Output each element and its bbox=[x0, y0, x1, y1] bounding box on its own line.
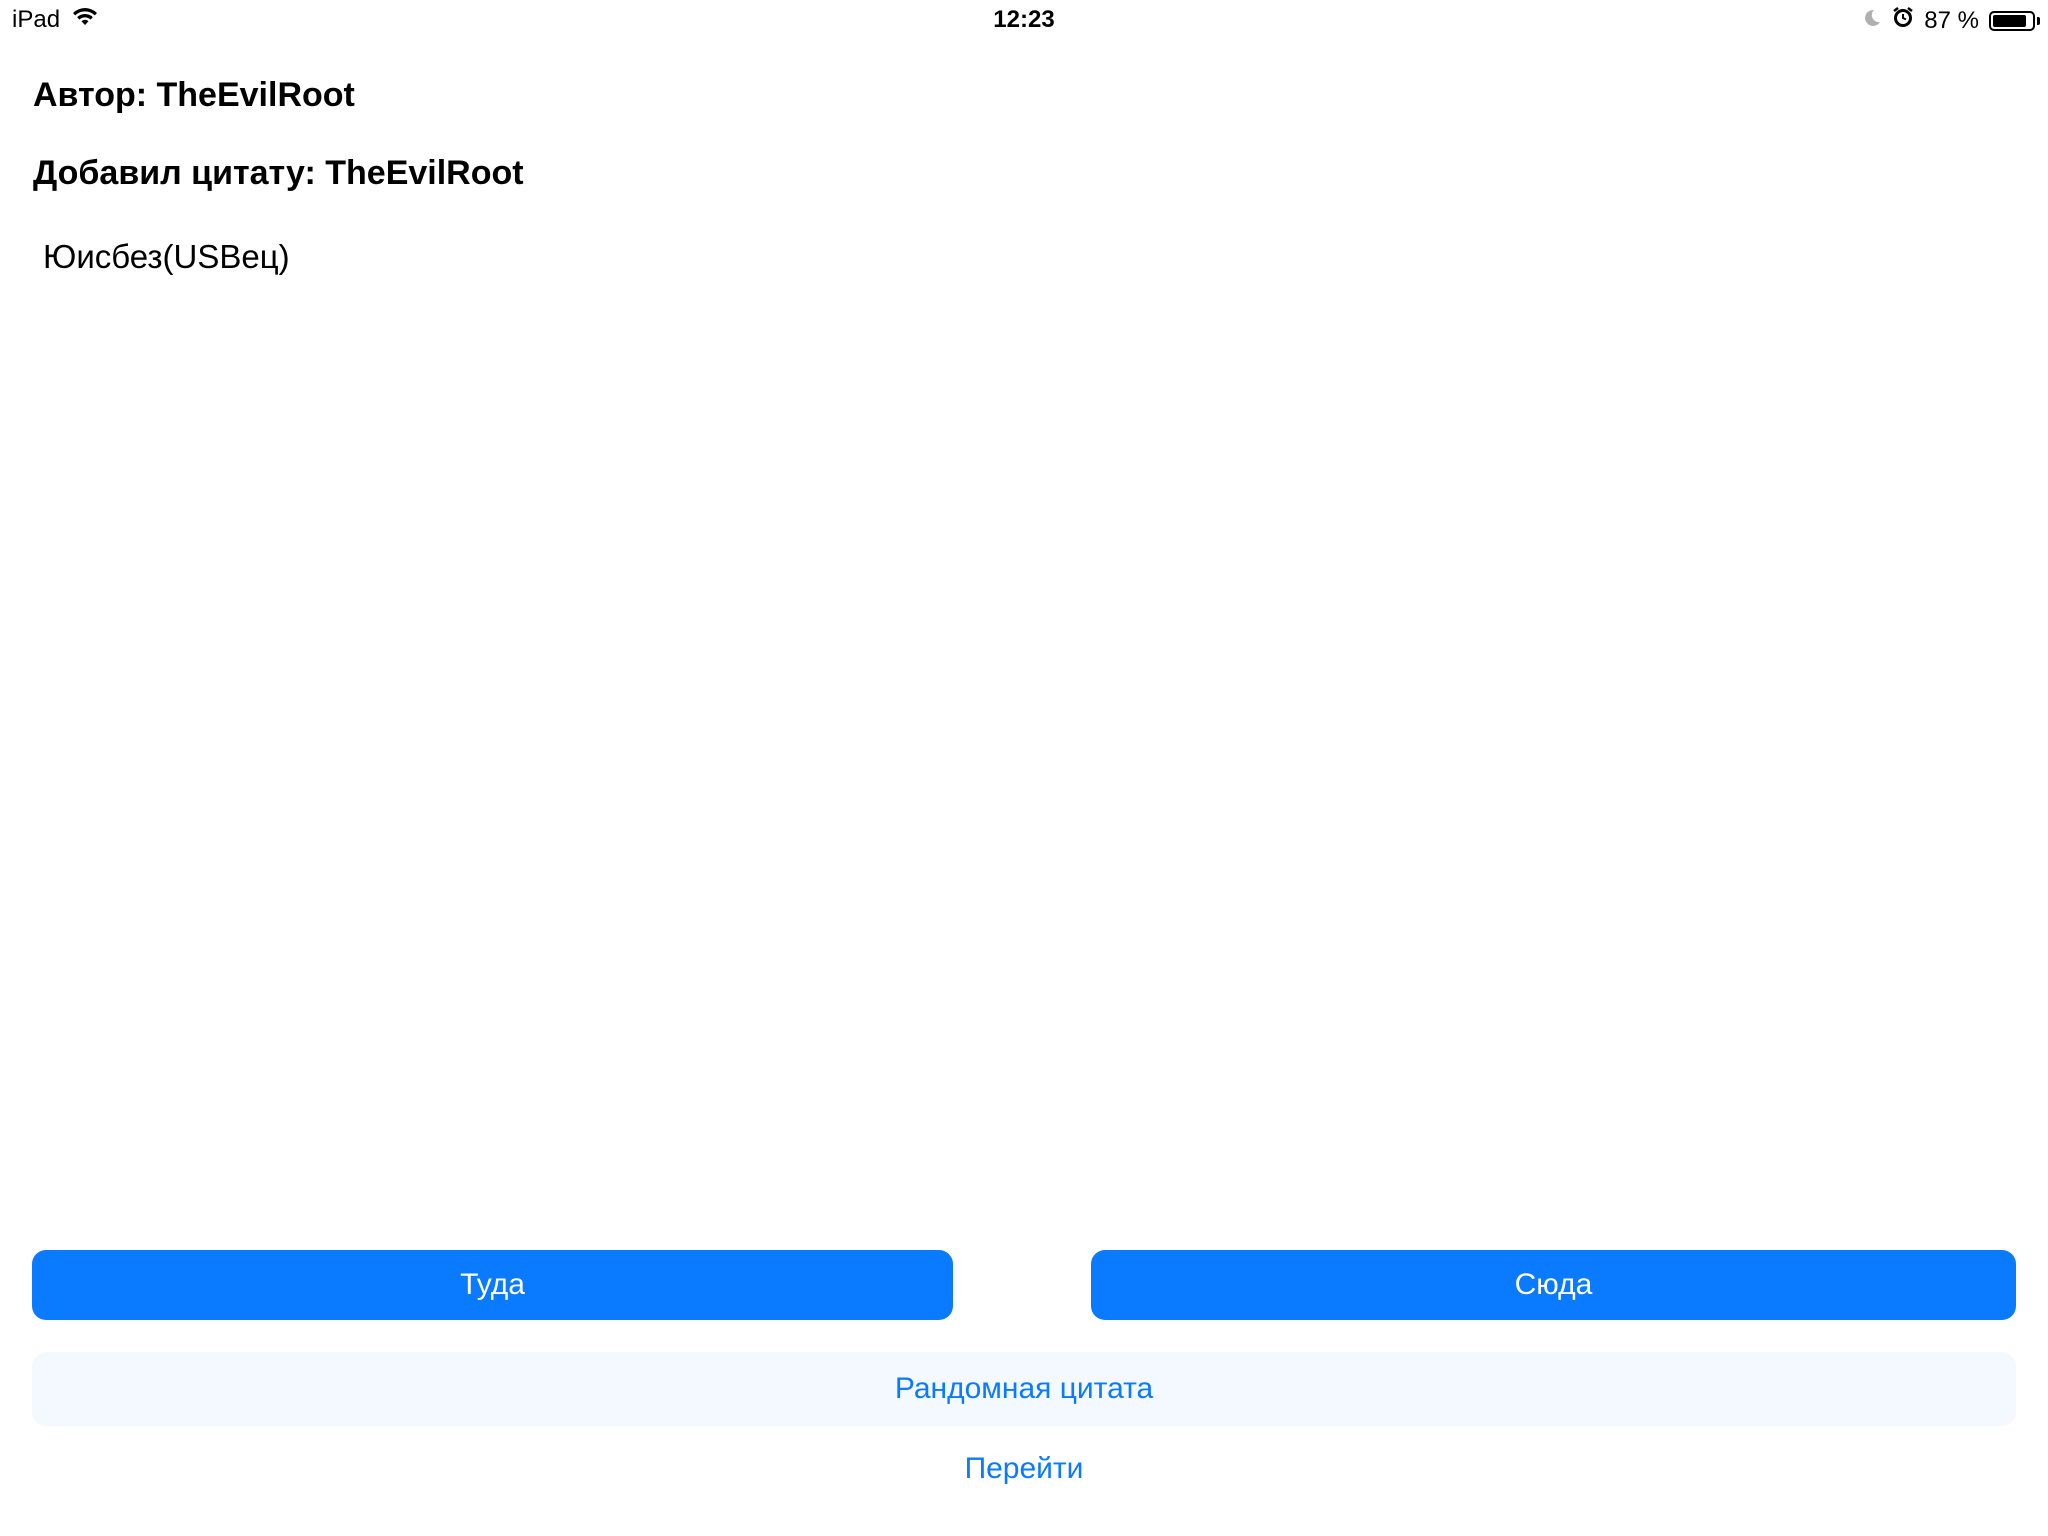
battery-icon bbox=[1989, 10, 2035, 31]
added-by-label: Добавил цитату: TheEvilRoot bbox=[33, 154, 524, 192]
battery-percent: 87 % bbox=[1924, 6, 1979, 34]
status-right: 87 % bbox=[1862, 6, 2040, 35]
back-button[interactable]: Туда bbox=[32, 1250, 953, 1320]
forward-button[interactable]: Сюда bbox=[1091, 1250, 2016, 1320]
status-time: 12:23 bbox=[993, 6, 1055, 33]
app-screen: iPad 12:23 87 % Автор: TheEvilRoot Добав… bbox=[0, 0, 2048, 1536]
battery-fill bbox=[1993, 14, 2027, 27]
go-link[interactable]: Перейти bbox=[0, 1452, 2048, 1486]
moon-icon bbox=[1862, 7, 1882, 35]
status-bar: iPad 12:23 87 % bbox=[0, 0, 2048, 40]
battery-tip bbox=[2037, 16, 2040, 25]
random-quote-label: Рандомная цитата bbox=[894, 1372, 1154, 1405]
random-quote-button[interactable]: Рандомная цитата bbox=[32, 1352, 2016, 1426]
author-label: Автор: TheEvilRoot bbox=[33, 76, 355, 114]
quote-text: Юисбез(USВец) bbox=[43, 238, 290, 275]
alarm-icon bbox=[1892, 6, 1914, 35]
